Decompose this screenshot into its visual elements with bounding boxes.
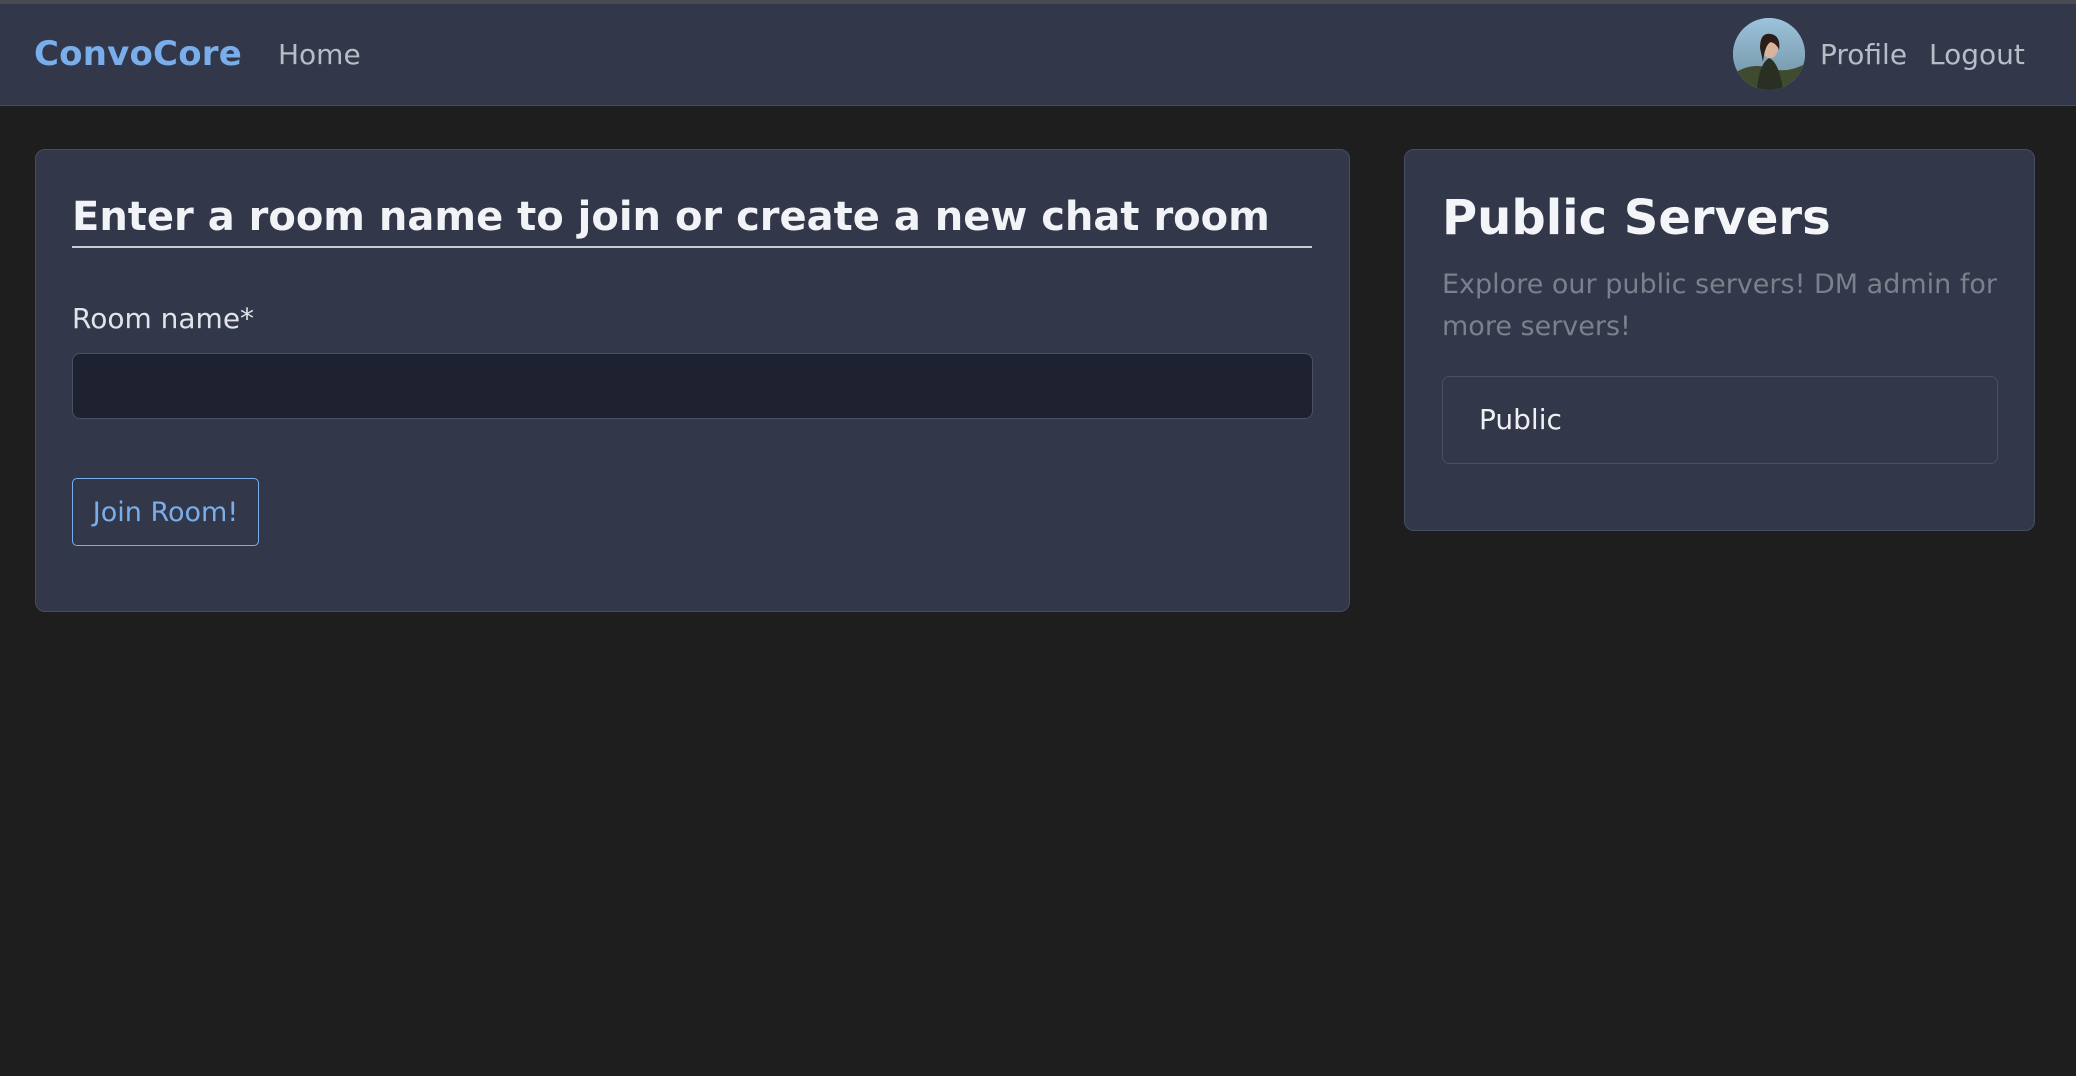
nav-profile-link[interactable]: Profile	[1820, 38, 1907, 71]
room-name-input[interactable]	[72, 353, 1313, 419]
public-servers-description: Explore our public servers! DM admin for…	[1442, 269, 1997, 342]
public-servers-title: Public Servers	[1442, 190, 1831, 246]
avatar[interactable]	[1733, 18, 1805, 90]
join-room-card: Enter a room name to join or create a ne…	[35, 149, 1350, 612]
server-list-item[interactable]: Public	[1442, 376, 1998, 464]
public-servers-card: Public Servers Explore our public server…	[1404, 149, 2035, 531]
join-room-button[interactable]: Join Room!	[72, 478, 259, 546]
room-name-label: Room name*	[72, 302, 255, 335]
nav-logout-link[interactable]: Logout	[1929, 38, 2025, 71]
navbar: ConvoCore Home Profile Logout	[0, 4, 2076, 106]
brand-logo[interactable]: ConvoCore	[34, 34, 242, 74]
user-avatar-image	[1733, 18, 1805, 90]
server-name: Public	[1479, 403, 1562, 436]
nav-home-link[interactable]: Home	[278, 38, 361, 71]
join-room-title: Enter a room name to join or create a ne…	[72, 194, 1312, 248]
